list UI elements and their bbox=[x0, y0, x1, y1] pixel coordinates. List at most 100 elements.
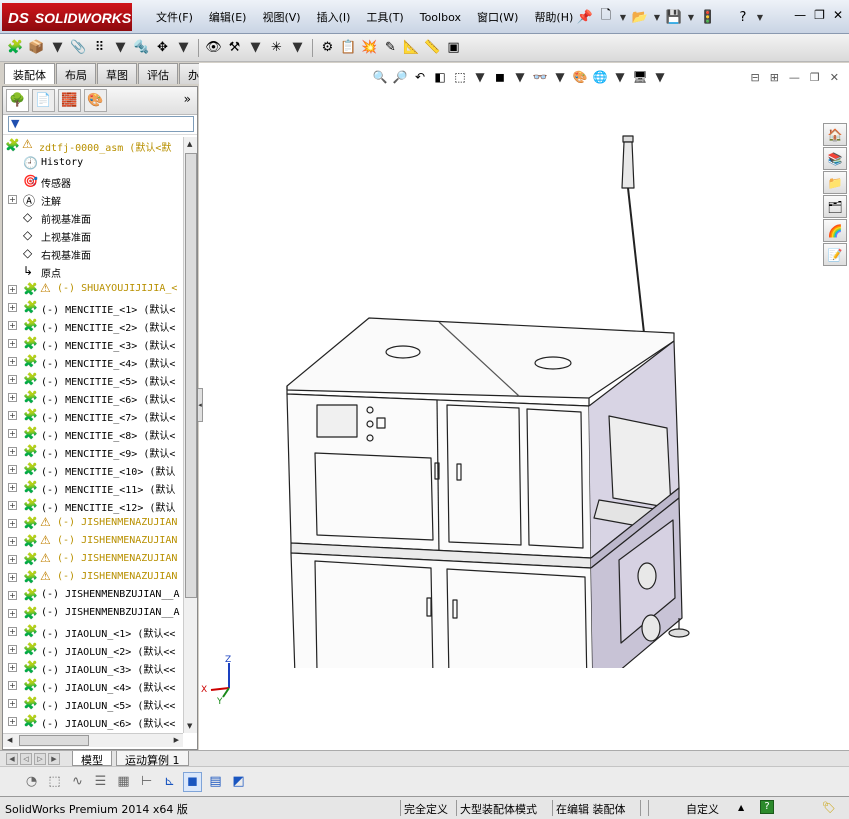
chevron-down-icon[interactable]: ▼ bbox=[686, 8, 696, 26]
tree-item[interactable]: + 🧩 (-) MENCITIE_<4> (默认< bbox=[3, 353, 183, 371]
tab-sketch[interactable]: 草图 bbox=[97, 63, 137, 84]
menu-toolbox[interactable]: Toolbox bbox=[412, 11, 469, 24]
tree-item[interactable]: + 🧩 (-) MENCITIE_<3> (默认< bbox=[3, 335, 183, 353]
expand-twisty-icon[interactable]: + bbox=[8, 465, 17, 474]
hide-show-items-icon[interactable]: 👓 bbox=[531, 67, 549, 87]
show-hidden-components-icon[interactable]: 👁 bbox=[204, 38, 223, 58]
tree-item[interactable]: 🧩 ⚠ zdtfj-0000_asm (默认<默 bbox=[3, 137, 183, 155]
tree-item[interactable]: + 🧩 ⚠ (-) JISHENMENAZUJIAN bbox=[3, 569, 183, 587]
tree-scroll-thumb[interactable] bbox=[185, 153, 197, 598]
doc-minimize-icon[interactable]: — bbox=[789, 71, 800, 84]
tree-item[interactable]: + 🧩 (-) MENCITIE_<7> (默认< bbox=[3, 407, 183, 425]
shaded-view-icon[interactable]: ◼ bbox=[183, 771, 202, 792]
tab-motion-study-1[interactable]: 运动算例 1 bbox=[116, 751, 189, 767]
edit-appearance-icon[interactable]: 🎨 bbox=[571, 67, 589, 87]
explode-line-sketch-icon[interactable]: ✎ bbox=[381, 38, 400, 58]
table-tool-icon[interactable]: ▤ bbox=[206, 772, 225, 792]
tree-hscroll-thumb[interactable] bbox=[19, 735, 89, 746]
tree-item[interactable]: 🎯 传感器 bbox=[3, 173, 183, 191]
expand-twisty-icon[interactable]: + bbox=[8, 393, 17, 402]
view-settings-icon[interactable]: 🖥 bbox=[631, 67, 649, 87]
tree-item[interactable]: + 🧩 ⚠ (-) SHUAYOUJIJIJIA_< bbox=[3, 281, 183, 299]
view-palette-icon[interactable]: 🗂 bbox=[823, 195, 847, 218]
expand-twisty-icon[interactable]: + bbox=[8, 357, 17, 366]
doc-close-icon[interactable]: ✕ bbox=[830, 71, 839, 84]
rebuild-traffic-light-icon[interactable]: 🚦 bbox=[699, 8, 717, 26]
tree-item[interactable]: + 🧩 (-) JIAOLUN_<6> (默认<< bbox=[3, 713, 183, 731]
view-orientation-icon[interactable]: ⬚ bbox=[451, 67, 469, 87]
solidworks-logo[interactable]: DS SOLIDWORKS bbox=[2, 3, 132, 31]
spline-tool-icon[interactable]: ∿ bbox=[68, 772, 87, 792]
tree-item[interactable]: ↳ 原点 bbox=[3, 263, 183, 281]
chevron-down-icon[interactable]: ▼ bbox=[471, 67, 489, 87]
previous-view-icon[interactable]: ↶ bbox=[411, 67, 429, 87]
insert-component-icon[interactable]: 🧩 bbox=[6, 38, 25, 58]
tree-item[interactable]: ◇ 前视基准面 bbox=[3, 209, 183, 227]
expand-twisty-icon[interactable]: + bbox=[8, 447, 17, 456]
restore-icon[interactable]: ❐ bbox=[814, 8, 825, 22]
tree-item[interactable]: + 🧩 (-) MENCITIE_<6> (默认< bbox=[3, 389, 183, 407]
chevron-down-icon[interactable]: ▼ bbox=[511, 67, 529, 87]
tree-item[interactable]: + 🧩 (-) JIAOLUN_<1> (默认<< bbox=[3, 623, 183, 641]
linear-pattern-icon[interactable]: ⠿ bbox=[90, 38, 109, 58]
expand-twisty-icon[interactable]: + bbox=[8, 285, 17, 294]
doc-restore-icon[interactable]: ❐ bbox=[810, 71, 820, 84]
assembly-3d-model[interactable] bbox=[269, 128, 739, 668]
expand-twisty-icon[interactable]: + bbox=[8, 375, 17, 384]
tree-item[interactable]: + 🧩 (-) JIAOLUN_<3> (默认<< bbox=[3, 659, 183, 677]
chevron-down-icon[interactable]: ▼ bbox=[611, 67, 629, 87]
expand-twisty-icon[interactable]: + bbox=[8, 717, 17, 726]
tab-model[interactable]: 模型 bbox=[72, 751, 112, 767]
save-icon[interactable]: 💾 bbox=[665, 8, 683, 26]
smart-fasteners-icon[interactable]: 🔩 bbox=[132, 38, 151, 58]
status-custom-units[interactable]: 自定义 bbox=[686, 801, 719, 817]
new-part-icon[interactable]: 📦 bbox=[27, 38, 46, 58]
display-style-icon[interactable]: ◼ bbox=[491, 67, 509, 87]
chevron-down-icon[interactable]: ▼ bbox=[618, 8, 628, 26]
tree-item[interactable]: + 🧩 (-) JISHENMENBZUJIAN__A bbox=[3, 605, 183, 623]
tree-item[interactable]: + 🧩 (-) MENCITIE_<2> (默认< bbox=[3, 317, 183, 335]
prev-tab-icon[interactable]: ◁ bbox=[20, 753, 32, 765]
open-folder-icon[interactable]: 📂 bbox=[631, 8, 649, 26]
chevron-down-icon[interactable]: ▼ bbox=[246, 38, 265, 58]
menu-window[interactable]: 窗口(W) bbox=[469, 9, 526, 25]
expand-twisty-icon[interactable]: + bbox=[8, 663, 17, 672]
menu-file[interactable]: 文件(F) bbox=[148, 9, 201, 25]
chevron-down-icon[interactable]: ▼ bbox=[174, 38, 193, 58]
help-icon[interactable]: ? bbox=[734, 8, 752, 26]
apply-scene-icon[interactable]: 🌐 bbox=[591, 67, 609, 87]
expand-twisty-icon[interactable]: + bbox=[8, 699, 17, 708]
close-icon[interactable]: ✕ bbox=[833, 8, 843, 22]
clearance-verification-icon[interactable]: 📏 bbox=[423, 38, 442, 58]
expand-twisty-icon[interactable]: + bbox=[8, 483, 17, 492]
tree-item[interactable]: + 🧩 (-) MENCITIE_<5> (默认< bbox=[3, 371, 183, 389]
menu-insert[interactable]: 插入(I) bbox=[309, 9, 359, 25]
expand-twisty-icon[interactable]: + bbox=[8, 519, 17, 528]
tree-item[interactable]: + 🧩 ⚠ (-) JISHENMENAZUJIAN bbox=[3, 533, 183, 551]
expand-twisty-icon[interactable]: + bbox=[8, 195, 17, 204]
assembly-features-icon[interactable]: ⚒ bbox=[225, 38, 244, 58]
dimension-tool-icon[interactable]: ⊢ bbox=[137, 772, 156, 792]
new-document-icon[interactable]: 🗋 bbox=[597, 8, 615, 26]
menu-help[interactable]: 帮助(H) bbox=[526, 9, 581, 25]
chevron-down-icon[interactable]: ▼ bbox=[551, 67, 569, 87]
expand-twisty-icon[interactable]: + bbox=[8, 645, 17, 654]
tree-item[interactable]: + 🧩 (-) MENCITIE_<11> (默认 bbox=[3, 479, 183, 497]
configurationmanager-tab-icon[interactable]: 🧱 bbox=[58, 89, 81, 112]
tag-icon[interactable]: 🏷 bbox=[822, 801, 836, 814]
minimize-icon[interactable]: — bbox=[794, 8, 806, 22]
expand-twisty-icon[interactable]: + bbox=[8, 303, 17, 312]
scroll-up-icon[interactable]: ▲ bbox=[187, 140, 192, 148]
tree-item[interactable]: + 🧩 (-) MENCITIE_<1> (默认< bbox=[3, 299, 183, 317]
tree-item[interactable]: + 🧩 (-) MENCITIE_<8> (默认< bbox=[3, 425, 183, 443]
chevron-down-icon[interactable]: ▼ bbox=[652, 8, 662, 26]
scroll-right-icon[interactable]: ▶ bbox=[174, 736, 179, 744]
tree-item[interactable]: + 🧩 ⚠ (-) JISHENMENAZUJIAN bbox=[3, 515, 183, 533]
interference-detection-icon[interactable]: 📐 bbox=[402, 38, 421, 58]
solidworks-resources-icon[interactable]: 🏠 bbox=[823, 123, 847, 146]
graphics-area[interactable]: 🔍 🔎 ↶ ◧ ⬚ ▼ ◼ ▼ 👓 ▼ 🎨 🌐 ▼ 🖥 ▼ ⊟ ⊞ — ❐ ✕ … bbox=[197, 63, 849, 750]
file-explorer-icon[interactable]: 📁 bbox=[823, 171, 847, 194]
exploded-view-icon[interactable]: 💥 bbox=[360, 38, 379, 58]
section-view-icon[interactable]: ◧ bbox=[431, 67, 449, 87]
axis-tool-icon[interactable]: ⊾ bbox=[160, 772, 179, 792]
